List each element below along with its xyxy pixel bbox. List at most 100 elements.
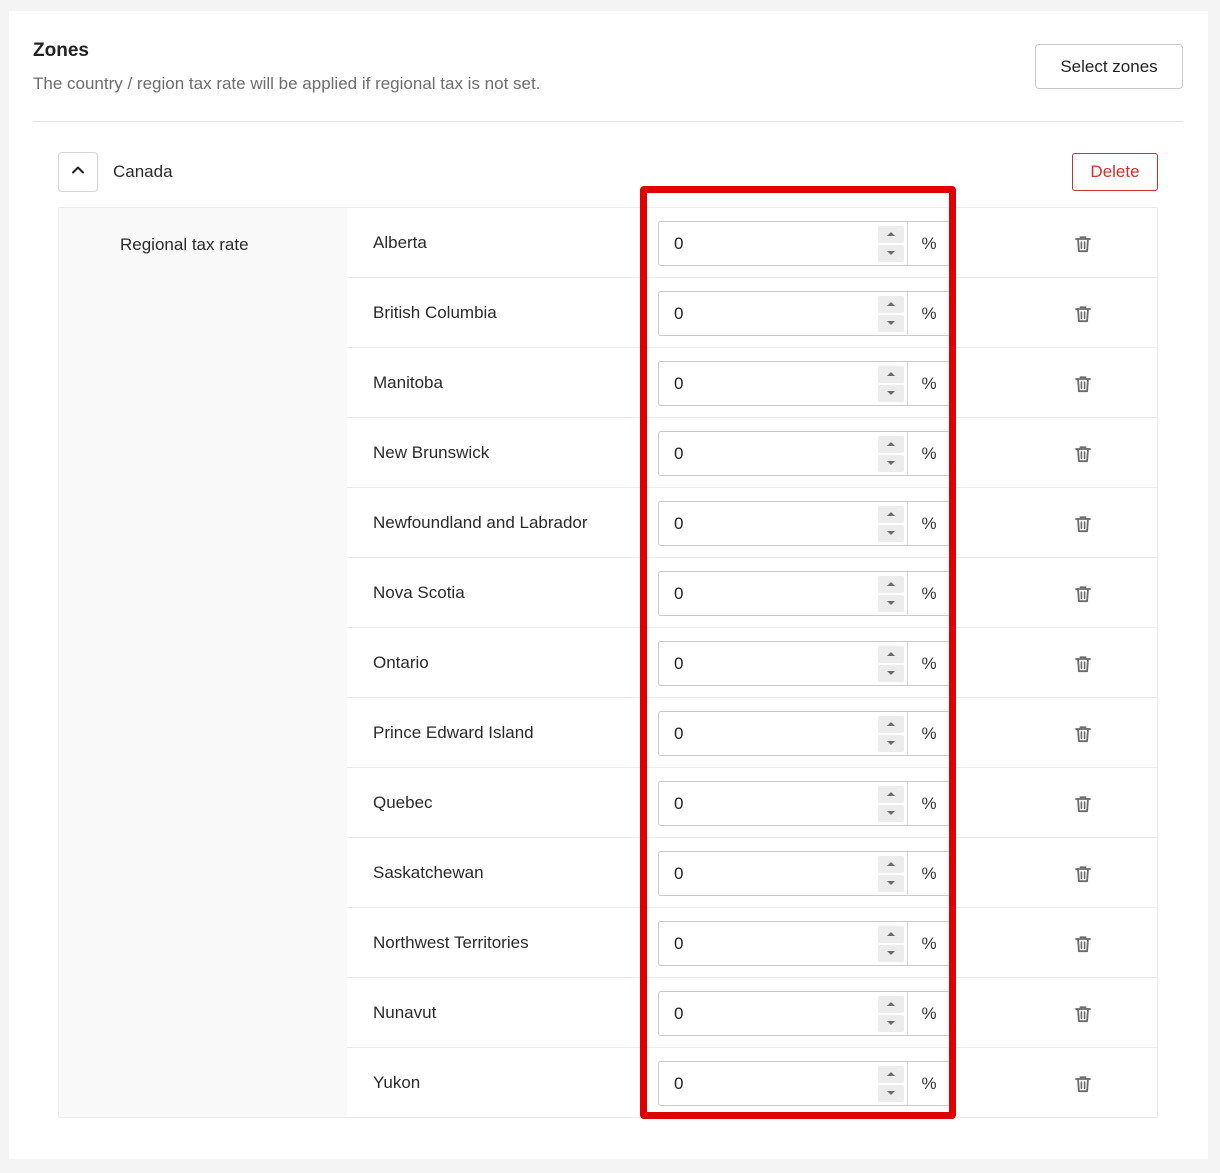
trash-icon[interactable]: [1073, 514, 1093, 534]
tax-rate-value[interactable]: 0: [659, 922, 877, 965]
arrow-down-icon: [887, 531, 895, 535]
arrow-up-icon: [887, 862, 895, 866]
regional-tax-label: Regional tax rate: [120, 235, 249, 254]
tax-rate-value[interactable]: 0: [659, 642, 877, 685]
increment-button[interactable]: [878, 295, 904, 313]
number-spinner: [877, 1062, 907, 1105]
tax-rate-value[interactable]: 0: [659, 1062, 877, 1105]
province-name: Prince Edward Island: [373, 723, 534, 742]
arrow-down-icon: [887, 671, 895, 675]
increment-button[interactable]: [878, 505, 904, 523]
decrement-button[interactable]: [878, 874, 904, 892]
tax-rate-value[interactable]: 0: [659, 292, 877, 335]
tax-rate-input[interactable]: 0 %: [658, 711, 951, 756]
arrow-down-icon: [887, 251, 895, 255]
tax-rate-value[interactable]: 0: [659, 502, 877, 545]
arrow-up-icon: [887, 442, 895, 446]
province-row: Newfoundland and Labrador 0 %: [347, 488, 1158, 558]
decrement-button[interactable]: [878, 524, 904, 542]
number-spinner: [877, 642, 907, 685]
decrement-button[interactable]: [878, 594, 904, 612]
trash-icon[interactable]: [1073, 864, 1093, 884]
tax-rate-value[interactable]: 0: [659, 852, 877, 895]
delete-country-button[interactable]: Delete: [1072, 153, 1158, 191]
increment-button[interactable]: [878, 645, 904, 663]
increment-button[interactable]: [878, 855, 904, 873]
trash-icon[interactable]: [1073, 584, 1093, 604]
select-zones-button[interactable]: Select zones: [1035, 44, 1183, 89]
province-name: Manitoba: [373, 373, 443, 392]
decrement-button[interactable]: [878, 314, 904, 332]
regional-tax-table: Regional tax rate Alberta 0 % British Co…: [58, 207, 1158, 1118]
increment-button[interactable]: [878, 995, 904, 1013]
tax-rate-value[interactable]: 0: [659, 432, 877, 475]
increment-button[interactable]: [878, 925, 904, 943]
tax-rate-input[interactable]: 0 %: [658, 221, 951, 266]
percent-unit: %: [907, 642, 950, 685]
province-row: Alberta 0 %: [347, 208, 1158, 278]
increment-button[interactable]: [878, 365, 904, 383]
tax-rate-value[interactable]: 0: [659, 782, 877, 825]
province-name: Ontario: [373, 653, 429, 672]
decrement-button[interactable]: [878, 244, 904, 262]
tax-rate-value[interactable]: 0: [659, 572, 877, 615]
trash-icon[interactable]: [1073, 304, 1093, 324]
increment-button[interactable]: [878, 785, 904, 803]
decrement-button[interactable]: [878, 454, 904, 472]
tax-rate-input[interactable]: 0 %: [658, 501, 951, 546]
tax-rate-input[interactable]: 0 %: [658, 1061, 951, 1106]
trash-icon[interactable]: [1073, 1004, 1093, 1024]
tax-rate-input[interactable]: 0 %: [658, 641, 951, 686]
trash-icon[interactable]: [1073, 934, 1093, 954]
tax-rate-input[interactable]: 0 %: [658, 851, 951, 896]
number-spinner: [877, 782, 907, 825]
increment-button[interactable]: [878, 225, 904, 243]
trash-icon[interactable]: [1073, 444, 1093, 464]
trash-icon[interactable]: [1073, 724, 1093, 744]
tax-rate-input[interactable]: 0 %: [658, 921, 951, 966]
trash-icon[interactable]: [1073, 1074, 1093, 1094]
number-spinner: [877, 922, 907, 965]
increment-button[interactable]: [878, 435, 904, 453]
decrement-button[interactable]: [878, 944, 904, 962]
decrement-button[interactable]: [878, 1084, 904, 1102]
number-spinner: [877, 292, 907, 335]
decrement-button[interactable]: [878, 734, 904, 752]
percent-unit: %: [907, 222, 950, 265]
percent-unit: %: [907, 432, 950, 475]
arrow-down-icon: [887, 461, 895, 465]
tax-rate-input[interactable]: 0 %: [658, 361, 951, 406]
increment-button[interactable]: [878, 1065, 904, 1083]
arrow-up-icon: [887, 1002, 895, 1006]
arrow-up-icon: [887, 932, 895, 936]
decrement-button[interactable]: [878, 384, 904, 402]
number-spinner: [877, 572, 907, 615]
collapse-button[interactable]: [58, 152, 98, 192]
arrow-down-icon: [887, 601, 895, 605]
tax-rate-value[interactable]: 0: [659, 222, 877, 265]
trash-icon[interactable]: [1073, 374, 1093, 394]
percent-unit: %: [907, 922, 950, 965]
decrement-button[interactable]: [878, 664, 904, 682]
increment-button[interactable]: [878, 575, 904, 593]
arrow-down-icon: [887, 881, 895, 885]
trash-icon[interactable]: [1073, 794, 1093, 814]
arrow-up-icon: [887, 792, 895, 796]
decrement-button[interactable]: [878, 804, 904, 822]
increment-button[interactable]: [878, 715, 904, 733]
tax-rate-input[interactable]: 0 %: [658, 781, 951, 826]
trash-icon[interactable]: [1073, 234, 1093, 254]
tax-rate-input[interactable]: 0 %: [658, 991, 951, 1036]
decrement-button[interactable]: [878, 1014, 904, 1032]
arrow-up-icon: [887, 1072, 895, 1076]
tax-rate-value[interactable]: 0: [659, 712, 877, 755]
arrow-down-icon: [887, 741, 895, 745]
number-spinner: [877, 362, 907, 405]
tax-rate-input[interactable]: 0 %: [658, 571, 951, 616]
tax-rate-value[interactable]: 0: [659, 992, 877, 1035]
tax-rate-input[interactable]: 0 %: [658, 431, 951, 476]
tax-rate-value[interactable]: 0: [659, 362, 877, 405]
percent-unit: %: [907, 572, 950, 615]
trash-icon[interactable]: [1073, 654, 1093, 674]
tax-rate-input[interactable]: 0 %: [658, 291, 951, 336]
